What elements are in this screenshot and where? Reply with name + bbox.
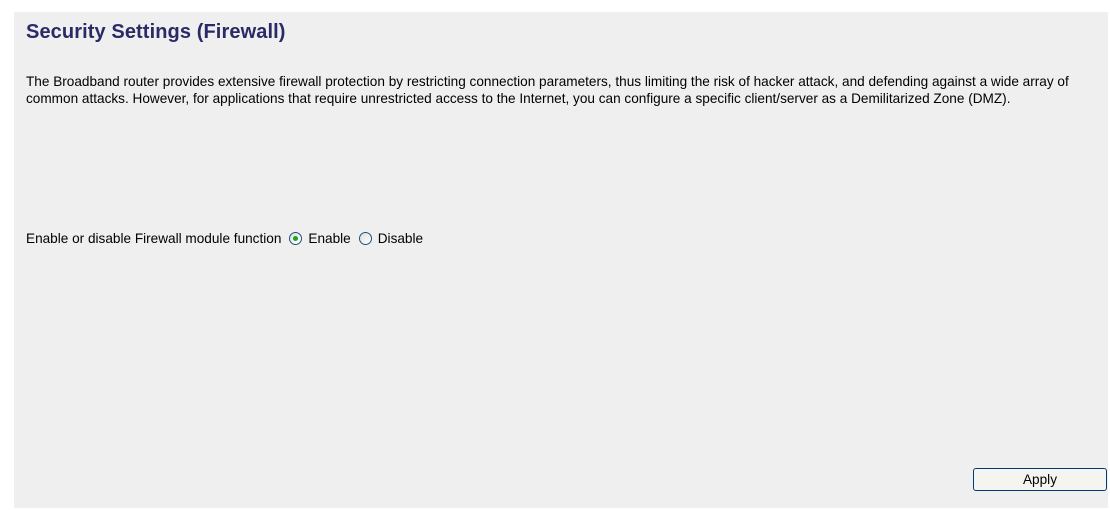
enable-label[interactable]: Enable bbox=[308, 231, 350, 246]
enable-option[interactable]: Enable bbox=[281, 231, 351, 246]
firewall-setting-label: Enable or disable Firewall module functi… bbox=[26, 231, 282, 246]
disable-label[interactable]: Disable bbox=[378, 231, 423, 246]
enable-radio[interactable] bbox=[289, 232, 303, 245]
settings-panel: Security Settings (Firewall) The Broadba… bbox=[14, 12, 1108, 508]
firewall-setting-row: Enable or disable Firewall module functi… bbox=[26, 231, 423, 246]
apply-button[interactable]: Apply bbox=[973, 468, 1107, 491]
disable-option[interactable]: Disable bbox=[351, 231, 423, 246]
disable-radio[interactable] bbox=[358, 232, 372, 245]
page-description: The Broadband router provides extensive … bbox=[26, 74, 1069, 106]
page-title: Security Settings (Firewall) bbox=[26, 21, 286, 43]
